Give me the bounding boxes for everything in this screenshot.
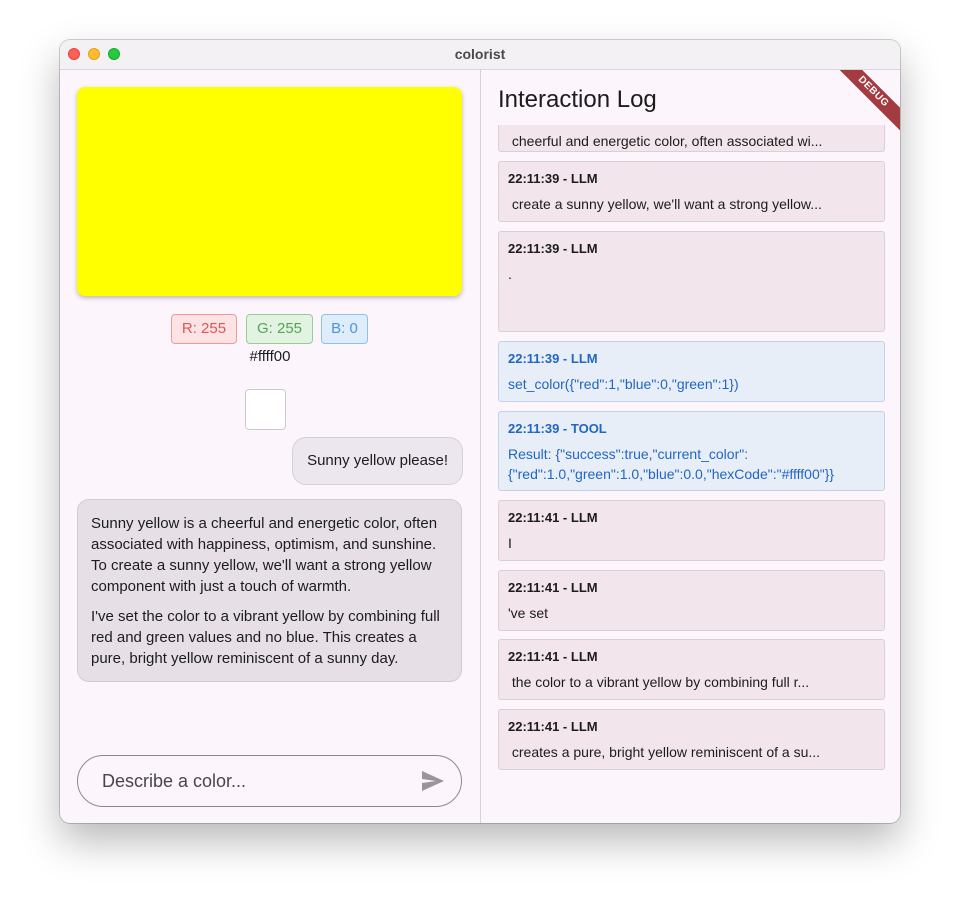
log-entry-text: cheerful and energetic color, often asso… bbox=[508, 133, 823, 149]
log-entry: 22:11:41 - LLM I bbox=[498, 500, 885, 561]
log-entry-timestamp: 22:11:41 - LLM bbox=[508, 719, 598, 734]
hex-code-label: #ffff00 bbox=[249, 348, 291, 365]
debug-banner: DEBUG bbox=[838, 70, 900, 132]
log-entry: 22:11:39 - LLM set_color({"red":1,"blue":… bbox=[498, 341, 885, 402]
color-description-input[interactable] bbox=[102, 756, 402, 806]
log-entry: 22:11:41 - LLM creates a pure, bright ye… bbox=[498, 709, 885, 770]
log-entry-timestamp: 22:11:39 - LLM bbox=[508, 241, 598, 256]
log-title: Interaction Log bbox=[498, 86, 657, 113]
blue-value-chip: B: 0 bbox=[321, 314, 368, 344]
log-entry-text: set_color({"red":1,"blue":0,"green":1}) bbox=[508, 376, 739, 392]
green-value-chip: G: 255 bbox=[246, 314, 313, 344]
log-entry-timestamp: 22:11:39 - LLM bbox=[508, 171, 598, 186]
chat-pane: R: 255 G: 255 B: 0 #ffff00 Sunny yellow … bbox=[60, 70, 480, 823]
log-entry-text: Result: {"success":true,"current_color":… bbox=[508, 446, 835, 482]
log-entry: 22:11:39 - LLM. bbox=[498, 231, 885, 332]
log-entry: 22:11:41 - LLM the color to a vibrant ye… bbox=[498, 639, 885, 700]
log-entry-text: I bbox=[508, 535, 512, 551]
log-entry: 22:11:39 - LLM create a sunny yellow, we… bbox=[498, 161, 885, 222]
log-entry-timestamp: 22:11:41 - LLM bbox=[508, 510, 598, 525]
debug-banner-container: DEBUG bbox=[838, 70, 900, 132]
app-window: colorist R: 255 G: 255 B: 0 #ffff00 Sunn… bbox=[60, 40, 900, 823]
send-icon[interactable] bbox=[420, 769, 446, 793]
log-entry-timestamp: 22:11:41 - LLM bbox=[508, 580, 598, 595]
window-title: colorist bbox=[454, 46, 506, 62]
assistant-paragraph: Sunny yellow is a cheerful and energetic… bbox=[91, 515, 438, 595]
log-entry: 22:11:39 - TOOL Result: {"success":true,"… bbox=[498, 411, 885, 491]
log-entry-text: creates a pure, bright yellow reminiscen… bbox=[508, 744, 821, 760]
assistant-message-bubble: Sunny yellow is a cheerful and energetic… bbox=[77, 499, 462, 682]
user-message-bubble: Sunny yellow please! bbox=[292, 437, 463, 485]
log-entry-text: the color to a vibrant yellow by combini… bbox=[508, 674, 810, 690]
red-value-chip: R: 255 bbox=[171, 314, 237, 344]
log-entry: 22:11:41 - LLM 've set bbox=[498, 570, 885, 631]
assistant-paragraph: I've set the color to a vibrant yellow b… bbox=[91, 608, 440, 667]
color-preview-swatch bbox=[77, 87, 462, 296]
log-entry-text: . bbox=[508, 266, 512, 282]
log-entry-timestamp: 22:11:41 - LLM bbox=[508, 649, 598, 664]
log-entry-text: create a sunny yellow, we'll want a stro… bbox=[508, 196, 822, 212]
log-entry-timestamp: 22:11:39 - LLM bbox=[508, 351, 598, 366]
log-entry-text: 've set bbox=[508, 605, 549, 621]
log-entry-timestamp: 22:11:39 - TOOL bbox=[508, 421, 607, 436]
interaction-log-pane: Interaction Log 22:11:39 - LLM cheerful … bbox=[481, 70, 900, 823]
log-entry: 22:11:39 - LLM cheerful and energetic co… bbox=[498, 125, 885, 152]
message-input-container bbox=[77, 755, 462, 807]
log-scroll-area[interactable]: 22:11:39 - LLM cheerful and energetic co… bbox=[481, 125, 900, 823]
title-bar: colorist bbox=[60, 40, 900, 70]
color-history-swatch[interactable] bbox=[245, 389, 286, 430]
